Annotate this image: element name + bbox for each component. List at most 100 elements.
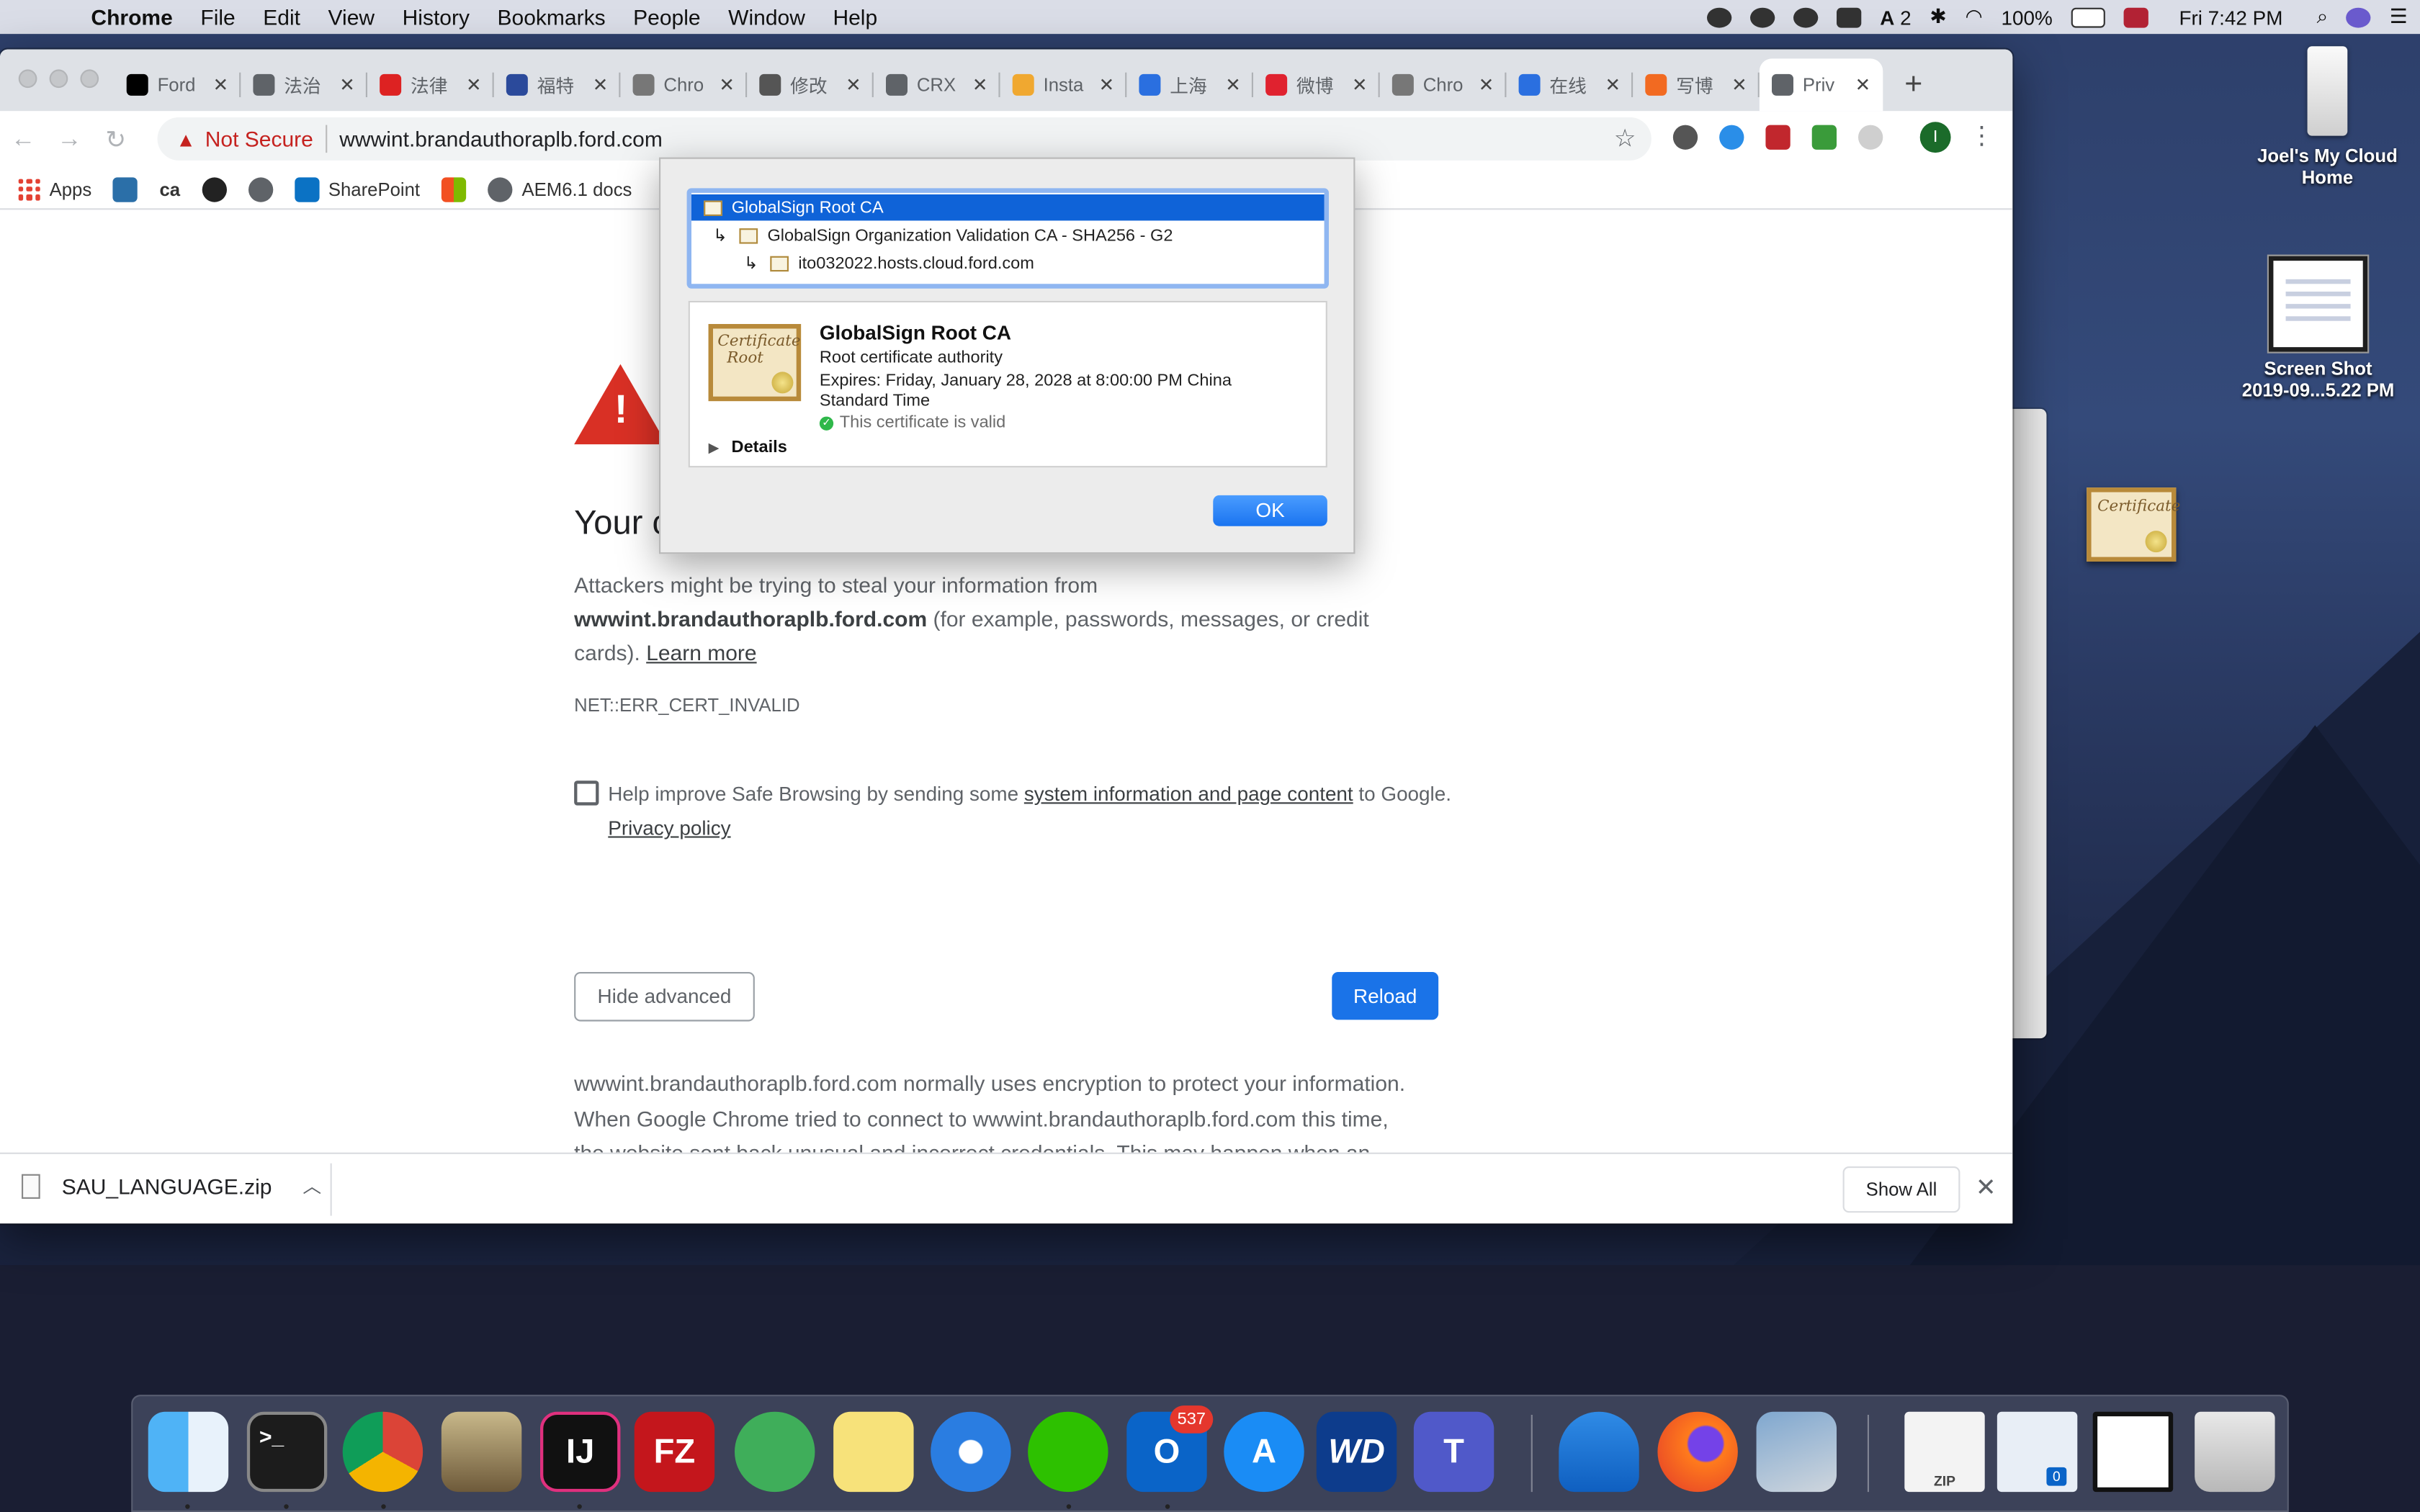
cloud-icon[interactable] [1793, 6, 1819, 27]
browser-tab[interactable]: Ford ✕ [115, 58, 241, 111]
zoom-window-button[interactable] [80, 69, 99, 89]
ok-button[interactable]: OK [1213, 495, 1327, 526]
not-secure-label[interactable]: Not Secure [205, 127, 313, 151]
close-tab-icon[interactable]: ✕ [846, 74, 861, 96]
back-button[interactable]: ← [0, 127, 46, 155]
onedrive-icon[interactable] [1559, 1411, 1639, 1493]
minimize-window-button[interactable] [49, 69, 68, 89]
reload-button[interactable]: ↻ [93, 125, 139, 156]
close-tab-icon[interactable]: ✕ [213, 74, 229, 96]
close-tab-icon[interactable]: ✕ [719, 74, 735, 96]
menu-file[interactable]: File [187, 0, 249, 34]
github-icon[interactable] [202, 176, 227, 202]
chain-item-leaf[interactable]: ↳ ito032022.hosts.cloud.ford.com [691, 250, 1325, 276]
close-tab-icon[interactable]: ✕ [1855, 74, 1871, 96]
browser-tab[interactable]: 上海 ✕ [1126, 58, 1253, 111]
microsoft-icon[interactable] [442, 176, 467, 202]
close-tab-icon[interactable]: ✕ [1352, 74, 1368, 96]
filezilla-icon[interactable]: FZ [634, 1411, 715, 1493]
desktop-screenshot-item[interactable]: Screen Shot 2019-09...5.22 PM [2232, 256, 2405, 401]
browser-tab[interactable]: Chro ✕ [620, 58, 748, 111]
zip-archive-icon[interactable]: ZIP [1904, 1411, 1985, 1493]
bookmark-icon[interactable] [113, 176, 138, 202]
cloud-sync-icon[interactable] [1750, 6, 1775, 27]
disclosure-triangle-icon[interactable]: ▶ [709, 439, 720, 456]
menu-edit[interactable]: Edit [249, 0, 314, 34]
browser-tab[interactable]: 微博 ✕ [1253, 58, 1380, 111]
adobe-badge[interactable]: A 2 [1880, 6, 1911, 29]
bookmark-aem-docs[interactable]: AEM6.1 docs [488, 176, 632, 202]
teams-icon[interactable]: T [1413, 1411, 1494, 1493]
app-store-icon[interactable]: A [1224, 1411, 1304, 1493]
close-tab-icon[interactable]: ✕ [972, 74, 988, 96]
wd-icon[interactable] [1837, 6, 1862, 27]
browser-tab[interactable]: Insta ✕ [1000, 58, 1127, 111]
browser-tab[interactable]: 在线 ✕ [1506, 58, 1634, 111]
siri-icon[interactable] [2346, 6, 2372, 27]
desktop-certificate-icon[interactable]: Certificate [2087, 487, 2180, 562]
extension-icon[interactable] [1765, 125, 1791, 150]
bluetooth-icon[interactable]: ✱ [1930, 4, 1946, 29]
more-menu-icon[interactable]: ⋮ [1969, 120, 1994, 151]
wd-icon[interactable]: WD [1316, 1411, 1397, 1493]
menu-people[interactable]: People [619, 0, 714, 34]
learn-more-link[interactable]: Learn more [646, 640, 756, 665]
wechat-status-icon[interactable] [1707, 6, 1732, 27]
spotlight-search-icon[interactable]: ⌕ [2317, 4, 2329, 29]
browser-tab[interactable]: Priv ✕ [1759, 58, 1883, 112]
menu-view[interactable]: View [314, 0, 388, 34]
extension-icon[interactable] [1858, 125, 1883, 150]
forward-button[interactable]: → [46, 127, 92, 155]
hide-advanced-button[interactable]: Hide advanced [574, 972, 755, 1022]
firefox-icon[interactable] [1657, 1411, 1738, 1493]
menu-help[interactable]: Help [819, 0, 891, 34]
profile-avatar[interactable]: I [1919, 122, 1951, 153]
battery-icon[interactable] [2071, 6, 2105, 27]
browser-tab[interactable]: CRX ✕ [874, 58, 1000, 111]
bookmark-sharepoint[interactable]: SharePoint [294, 176, 420, 202]
terminal-icon[interactable]: >_ [246, 1411, 328, 1493]
tower-icon[interactable] [441, 1411, 522, 1493]
browser-tab[interactable]: 法律 ✕ [367, 58, 494, 111]
close-icon[interactable]: ✕ [1976, 1173, 1996, 1204]
browser-tab[interactable]: 法治 ✕ [241, 58, 367, 111]
battery-percent[interactable]: 100% [2001, 6, 2052, 29]
screenshot-stack-icon[interactable] [2092, 1411, 2174, 1493]
browser-tab[interactable]: Chro ✕ [1380, 58, 1507, 111]
chrome-icon[interactable] [342, 1411, 424, 1493]
extension-icon[interactable] [1672, 125, 1698, 150]
chain-item-intermediate[interactable]: ↳ GlobalSign Organization Validation CA … [691, 222, 1325, 248]
safe-browsing-checkbox[interactable] [574, 780, 599, 806]
browser-tab[interactable]: 写博 ✕ [1633, 58, 1760, 111]
system-info-link[interactable]: system information and page content [1024, 782, 1353, 805]
extension-chart-icon[interactable] [1811, 125, 1837, 150]
chevron-up-icon[interactable]: ︿ [302, 1173, 321, 1199]
extension-bug-icon[interactable] [1719, 125, 1744, 150]
close-tab-icon[interactable]: ✕ [1605, 74, 1621, 96]
globe-icon[interactable] [248, 176, 273, 202]
close-tab-icon[interactable]: ✕ [466, 74, 482, 96]
address-bar[interactable]: ▲ Not Secure wwwint.brandauthoraplb.ford… [157, 117, 1652, 161]
menu-window[interactable]: Window [714, 0, 819, 34]
notes-icon[interactable] [833, 1411, 914, 1493]
close-tab-icon[interactable]: ✕ [1225, 74, 1241, 96]
download-item[interactable]: SAU_LANGUAGE.zip ︿ [22, 1173, 321, 1199]
chain-item-root[interactable]: GlobalSign Root CA [691, 194, 1325, 221]
preview-icon[interactable] [1756, 1411, 1837, 1493]
browser-tab[interactable]: 修改 ✕ [747, 58, 874, 111]
menu-bookmarks[interactable]: Bookmarks [483, 0, 619, 34]
browser-tab[interactable]: 福特 ✕ [494, 58, 621, 111]
close-tab-icon[interactable]: ✕ [1479, 74, 1494, 96]
close-tab-icon[interactable]: ✕ [1731, 74, 1747, 96]
wechat-icon[interactable] [1028, 1411, 1108, 1493]
show-all-button[interactable]: Show All [1842, 1166, 1960, 1213]
menu-app-name[interactable]: Chrome [77, 0, 187, 34]
sourcetree-icon[interactable] [734, 1411, 815, 1493]
desktop-drive-item[interactable]: Joel's My Cloud Home [2254, 46, 2402, 188]
menu-clock[interactable]: Fri 7:42 PM [2179, 6, 2282, 29]
close-tab-icon[interactable]: ✕ [339, 74, 355, 96]
close-tab-icon[interactable]: ✕ [593, 74, 609, 96]
notification-center-icon[interactable]: ☰ [2390, 4, 2408, 29]
close-tab-icon[interactable]: ✕ [1099, 74, 1115, 96]
bookmark-apps[interactable]: Apps [18, 178, 91, 200]
